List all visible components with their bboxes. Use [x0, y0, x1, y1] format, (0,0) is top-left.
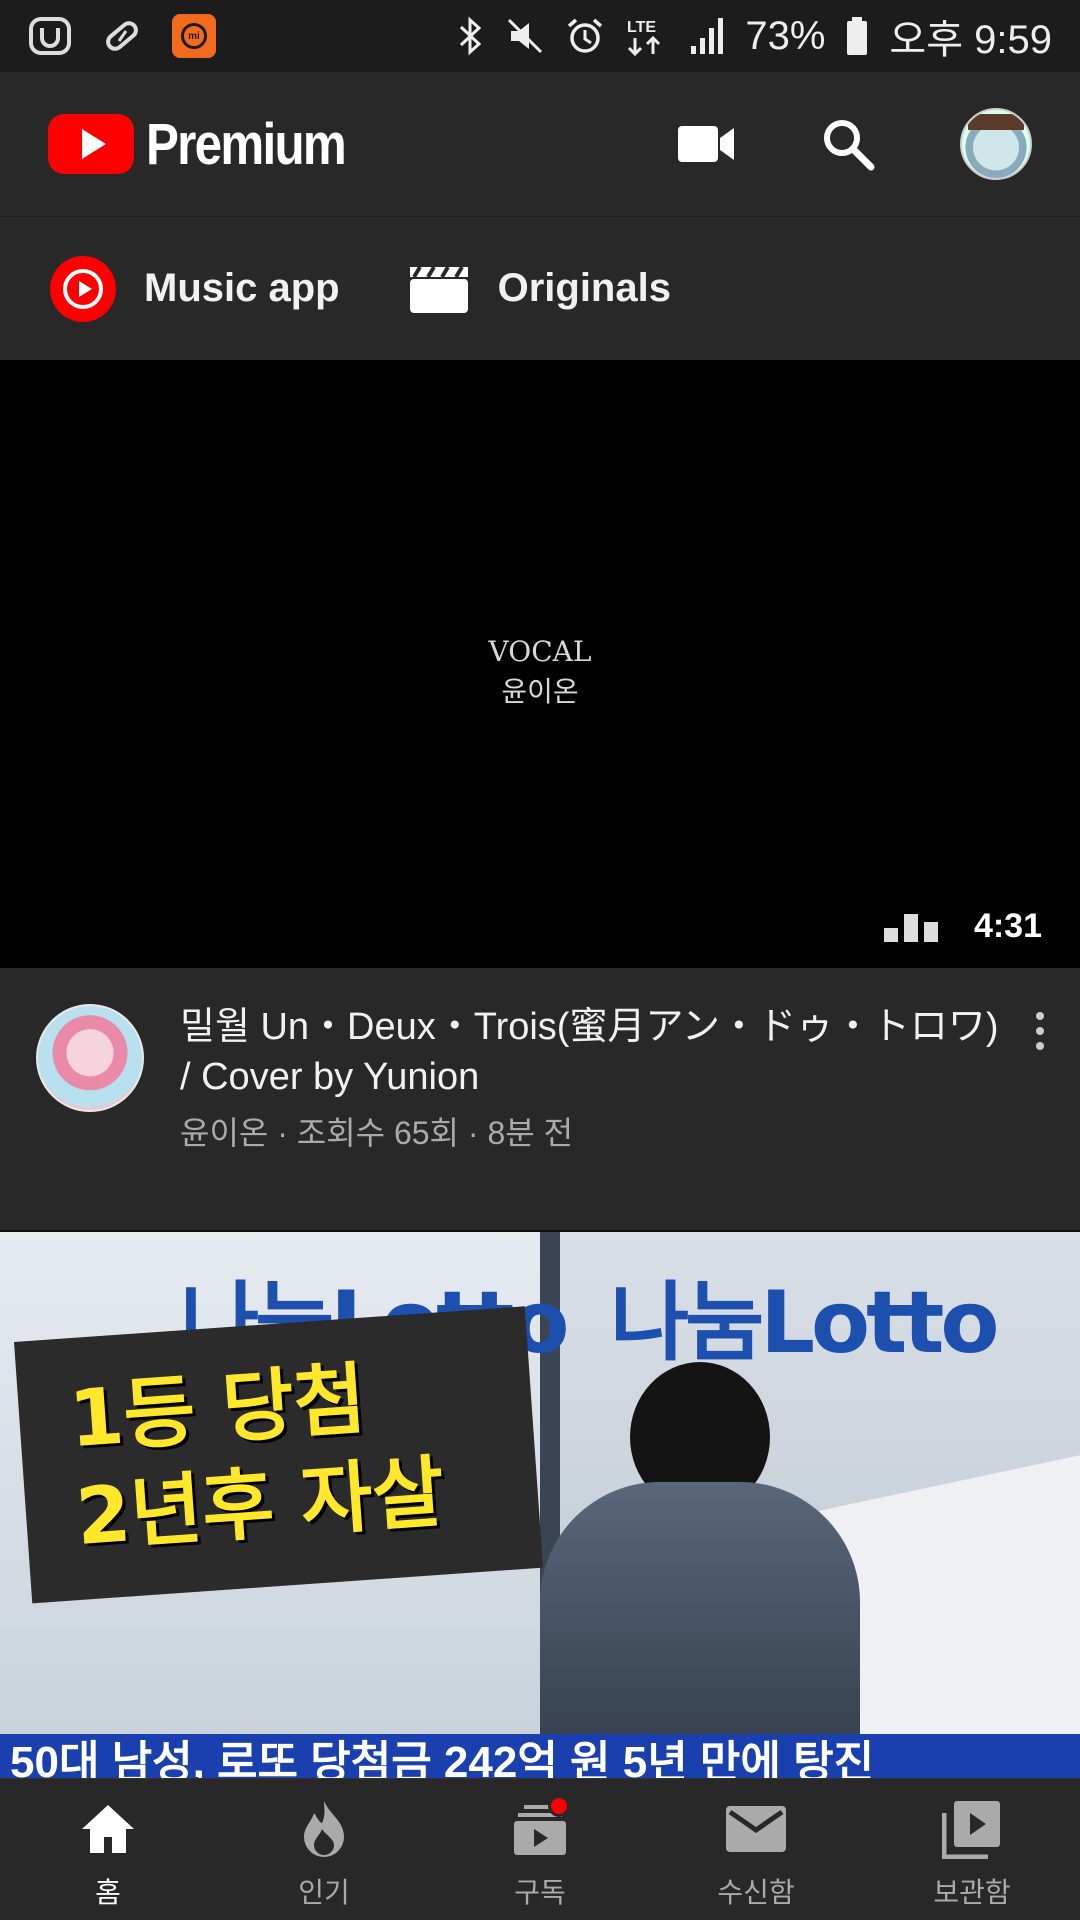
nav-label: 보관함	[933, 1877, 1011, 1908]
video-camera-icon[interactable]	[678, 124, 736, 164]
news-ticker: 50대 남성, 로또 당첨금 242억 원 5년 만에 탕진	[0, 1734, 1080, 1778]
bottom-navigation: 홈 인기 구독 수신함 보관함	[0, 1778, 1080, 1920]
u-plus-icon	[29, 17, 71, 55]
search-icon[interactable]	[820, 116, 876, 172]
nav-label: 인기	[298, 1877, 350, 1908]
clapperboard-icon	[409, 265, 468, 313]
lte-label: LTE	[627, 19, 656, 36]
thumbnail-overlay-text: VOCAL 윤이온	[0, 632, 1080, 712]
pill-icon	[106, 21, 138, 51]
youtube-music-icon	[50, 255, 116, 322]
system-indicators: LTE 73% 오후 9:59	[457, 7, 1052, 65]
nav-home[interactable]: 홈	[0, 1779, 216, 1920]
battery-icon	[847, 17, 868, 55]
thumbnail-headline: 1등 당첨 2년후 자살	[14, 1306, 544, 1604]
channel-avatar[interactable]	[36, 1004, 144, 1112]
nav-inbox[interactable]: 수신함	[648, 1779, 864, 1920]
overlay-line: VOCAL	[488, 635, 592, 668]
video-details[interactable]: 밀월 Un・Deux・Trois(蜜月アン・ドゥ・トロワ) / Cover by…	[0, 968, 1080, 1230]
clock: 오후 9:59	[889, 18, 1052, 62]
overlay-line: 윤이온	[501, 675, 579, 708]
video-subtitle: 윤이온 · 조회수 65회 · 8분 전	[180, 1115, 574, 1151]
chip-originals[interactable]: Originals	[408, 263, 671, 315]
now-playing-bars-icon	[884, 914, 938, 942]
youtube-logo-icon	[48, 114, 134, 174]
mute-icon	[508, 18, 543, 54]
notification-badge	[548, 1795, 570, 1817]
bluetooth-icon	[460, 16, 482, 56]
duration-badge: 4:31	[973, 907, 1042, 945]
alarm-icon	[568, 18, 603, 53]
video-thumbnail[interactable]: VOCAL 윤이온 4:31	[0, 360, 1080, 968]
nav-label: 구독	[514, 1877, 566, 1908]
home-icon	[76, 1797, 140, 1861]
nav-subscriptions[interactable]: 구독	[432, 1779, 648, 1920]
video-thumbnail[interactable]: 나눔Lotto 나눔Lotto 1등 당첨 2년후 자살 50대 남성, 로또 …	[0, 1230, 1080, 1778]
lte-icon: LTE	[627, 19, 661, 57]
library-icon	[940, 1797, 1004, 1861]
account-avatar[interactable]	[960, 108, 1032, 180]
nav-trending[interactable]: 인기	[216, 1779, 432, 1920]
status-bar: mi LTE 73% 오후 9:59	[0, 0, 1080, 72]
person-figure	[540, 1362, 860, 1778]
trending-flame-icon	[292, 1797, 356, 1861]
notification-icons: mi	[28, 14, 216, 58]
premium-shortcuts: Music app Originals	[0, 216, 1080, 360]
inbox-mail-icon	[724, 1797, 788, 1861]
lotto-sign: 나눔Lotto	[610, 1273, 999, 1373]
nav-label: 수신함	[717, 1877, 795, 1908]
more-options-icon[interactable]	[1028, 1012, 1052, 1050]
header-actions	[678, 108, 1032, 180]
signal-icon	[691, 18, 724, 54]
chip-music-app[interactable]: Music app	[50, 255, 340, 322]
app-bar: Premium	[0, 72, 1080, 216]
nav-library[interactable]: 보관함	[864, 1779, 1080, 1920]
video-title[interactable]: 밀월 Un・Deux・Trois(蜜月アン・ドゥ・トロワ) / Cover by…	[180, 1002, 1010, 1102]
chip-label: Music app	[144, 266, 340, 310]
chip-label: Originals	[497, 266, 671, 310]
youtube-premium-logo[interactable]: Premium	[48, 111, 380, 178]
battery-percent: 73%	[745, 13, 826, 58]
mi-icon: mi	[172, 14, 216, 58]
nav-label: 홈	[95, 1877, 121, 1908]
subscriptions-icon	[508, 1795, 572, 1861]
brand-label: Premium	[146, 111, 347, 177]
